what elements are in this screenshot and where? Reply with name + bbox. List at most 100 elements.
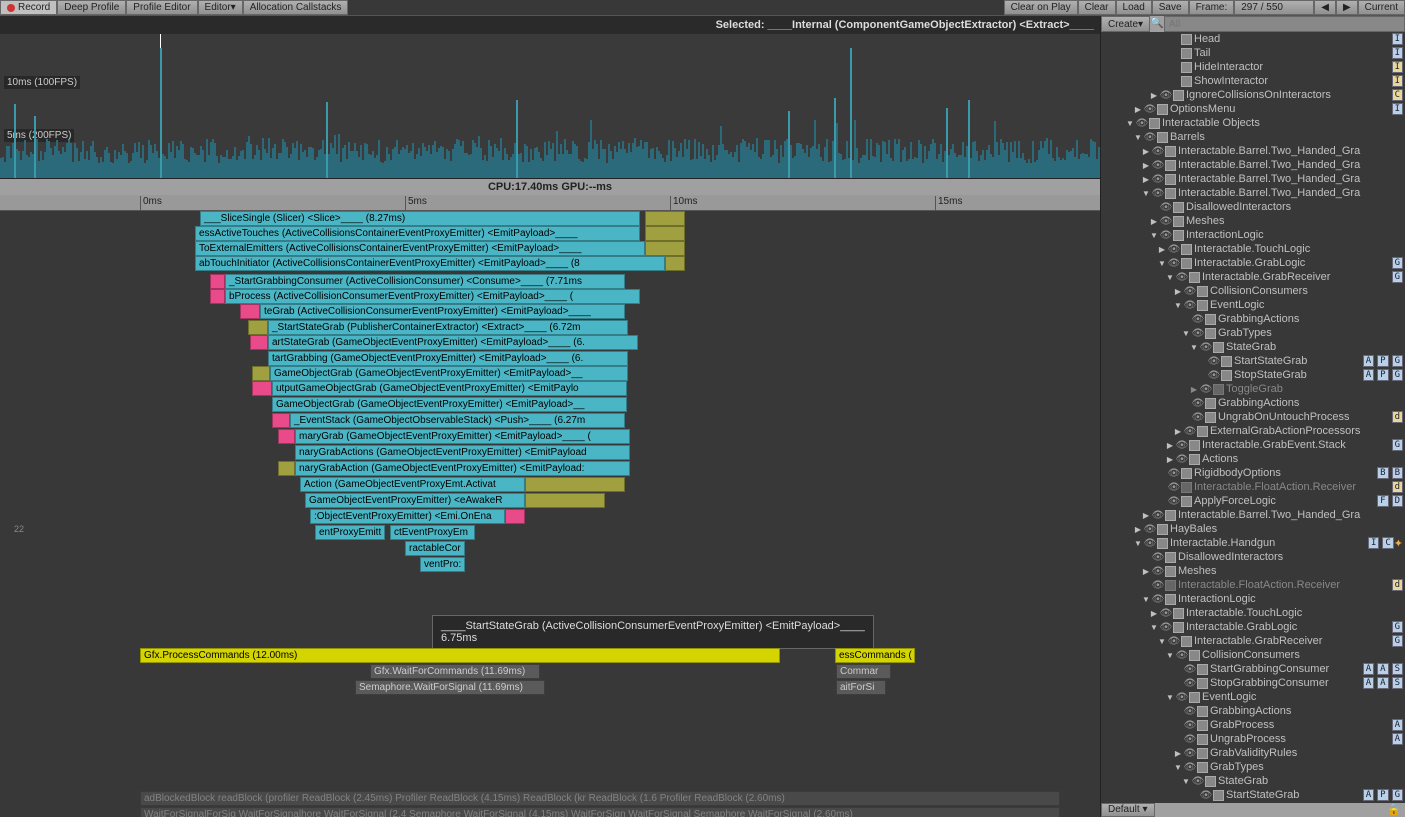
expand-arrow[interactable]: ▶ bbox=[1157, 245, 1167, 254]
tree-row[interactable]: ▶👁Interactable.TouchLogic bbox=[1101, 242, 1405, 256]
default-dropdown[interactable]: Default ▾ bbox=[1101, 803, 1155, 817]
expand-arrow[interactable]: ▼ bbox=[1173, 301, 1183, 310]
visibility-icon[interactable]: 👁 bbox=[1183, 720, 1197, 731]
tree-row[interactable]: 👁GrabbingActions bbox=[1101, 396, 1405, 410]
expand-arrow[interactable]: ▶ bbox=[1173, 427, 1183, 436]
expand-arrow[interactable]: ▼ bbox=[1141, 595, 1151, 604]
tree-row[interactable]: ▼👁Interactable.GrabReceiverG bbox=[1101, 634, 1405, 648]
flame-span[interactable]: GameObjectEventProxyEmitter) <eAwakeR bbox=[305, 493, 525, 508]
visibility-icon[interactable]: 👁 bbox=[1199, 790, 1213, 801]
flame-span[interactable]: _StartStateGrab (PublisherContainerExtra… bbox=[268, 320, 628, 335]
visibility-icon[interactable]: 👁 bbox=[1167, 636, 1181, 647]
tree-row[interactable]: ▶👁CollisionConsumers bbox=[1101, 284, 1405, 298]
flame-span[interactable]: abTouchInitiator (ActiveCollisionsContai… bbox=[195, 256, 665, 271]
expand-arrow[interactable]: ▶ bbox=[1141, 567, 1151, 576]
visibility-icon[interactable]: 👁 bbox=[1143, 104, 1157, 115]
visibility-icon[interactable]: 👁 bbox=[1191, 328, 1205, 339]
thread-span[interactable]: aitForSi bbox=[836, 680, 886, 695]
visibility-icon[interactable]: 👁 bbox=[1167, 482, 1181, 493]
flame-span[interactable] bbox=[278, 461, 295, 476]
flame-span[interactable] bbox=[210, 274, 225, 289]
expand-arrow[interactable]: ▶ bbox=[1133, 105, 1143, 114]
expand-arrow[interactable]: ▼ bbox=[1189, 343, 1199, 352]
tree-row[interactable]: 👁DisallowedInteractors bbox=[1101, 200, 1405, 214]
expand-arrow[interactable]: ▼ bbox=[1141, 189, 1151, 198]
visibility-icon[interactable]: 👁 bbox=[1183, 748, 1197, 759]
expand-arrow[interactable]: ▼ bbox=[1125, 119, 1135, 128]
visibility-icon[interactable]: 👁 bbox=[1175, 650, 1189, 661]
visibility-icon[interactable]: 👁 bbox=[1159, 216, 1173, 227]
tree-row[interactable]: ▶👁Meshes bbox=[1101, 214, 1405, 228]
current-button[interactable]: Current bbox=[1358, 0, 1405, 15]
flame-span[interactable] bbox=[210, 289, 225, 304]
tree-row[interactable]: ▼👁Interactable Objects bbox=[1101, 116, 1405, 130]
tree-row[interactable]: 👁Interactable.FloatAction.Receiverd bbox=[1101, 578, 1405, 592]
tree-row[interactable]: ▼👁GrabTypes bbox=[1101, 326, 1405, 340]
visibility-icon[interactable]: 👁 bbox=[1151, 174, 1165, 185]
expand-arrow[interactable]: ▼ bbox=[1165, 693, 1175, 702]
visibility-icon[interactable]: 👁 bbox=[1183, 678, 1197, 689]
expand-arrow[interactable]: ▶ bbox=[1141, 161, 1151, 170]
thread-span[interactable]: Commar bbox=[836, 664, 891, 679]
tree-row[interactable]: ▼👁InteractionLogic bbox=[1101, 228, 1405, 242]
clear-on-play-button[interactable]: Clear on Play bbox=[1004, 0, 1078, 15]
tree-row[interactable]: ▼👁EventLogic bbox=[1101, 298, 1405, 312]
expand-arrow[interactable]: ▼ bbox=[1157, 259, 1167, 268]
visibility-icon[interactable]: 👁 bbox=[1183, 706, 1197, 717]
tree-row[interactable]: 👁GrabbingActions bbox=[1101, 312, 1405, 326]
tree-row[interactable]: 👁DisallowedInteractors bbox=[1101, 550, 1405, 564]
visibility-icon[interactable]: 👁 bbox=[1135, 118, 1149, 129]
tree-row[interactable]: 👁StartGrabbingConsumerAAS bbox=[1101, 662, 1405, 676]
expand-arrow[interactable]: ▼ bbox=[1181, 329, 1191, 338]
flame-span[interactable]: utputGameObjectGrab (GameObjectEventProx… bbox=[272, 381, 627, 396]
tree-row[interactable]: ▼👁Interactable.GrabReceiverG bbox=[1101, 270, 1405, 284]
tree-row[interactable]: 👁UngrabOnUntouchProcessd bbox=[1101, 410, 1405, 424]
visibility-icon[interactable]: 👁 bbox=[1159, 90, 1173, 101]
tree-row[interactable]: 👁StopGrabbingConsumerAAS bbox=[1101, 676, 1405, 690]
timeline-ruler[interactable]: 0ms 5ms 10ms 15ms bbox=[0, 195, 1100, 211]
visibility-icon[interactable]: 👁 bbox=[1167, 468, 1181, 479]
visibility-icon[interactable]: 👁 bbox=[1167, 496, 1181, 507]
tree-row[interactable]: ▶👁Interactable.TouchLogic bbox=[1101, 606, 1405, 620]
visibility-icon[interactable]: 👁 bbox=[1183, 734, 1197, 745]
thread-span[interactable]: essCommands ( bbox=[835, 648, 915, 663]
tree-row[interactable]: ▼👁Barrels bbox=[1101, 130, 1405, 144]
editor-dropdown[interactable]: Editor ▾ bbox=[198, 0, 243, 15]
tree-row[interactable]: ▼👁GrabTypes bbox=[1101, 760, 1405, 774]
flame-span[interactable] bbox=[665, 256, 685, 271]
thread-span[interactable]: Gfx.ProcessCommands (12.00ms) bbox=[140, 648, 780, 663]
visibility-icon[interactable]: 👁 bbox=[1151, 160, 1165, 171]
allocation-callstacks-button[interactable]: Allocation Callstacks bbox=[243, 0, 349, 15]
flame-span[interactable]: :ObjectEventProxyEmitter) <Emi.OnEna bbox=[310, 509, 505, 524]
tree-row[interactable]: 👁StartStateGrabAPG bbox=[1101, 788, 1405, 802]
tree-row[interactable]: 👁StopStateGrabAPG bbox=[1101, 368, 1405, 382]
tree-row[interactable]: 👁UngrabProcessA bbox=[1101, 732, 1405, 746]
expand-arrow[interactable]: ▼ bbox=[1149, 623, 1159, 632]
tree-row[interactable]: 👁Interactable.FloatAction.Receiverd bbox=[1101, 480, 1405, 494]
tree-row[interactable]: ▶👁OptionsMenuI bbox=[1101, 102, 1405, 116]
flame-span[interactable]: naryGrabAction (GameObjectEventProxyEmit… bbox=[295, 461, 630, 476]
thread-span[interactable]: Semaphore.WaitForSignal (11.69ms) bbox=[355, 680, 545, 695]
flame-span[interactable]: ractableCor bbox=[405, 541, 465, 556]
flame-span[interactable] bbox=[525, 477, 625, 492]
visibility-icon[interactable]: 👁 bbox=[1175, 454, 1189, 465]
expand-arrow[interactable]: ▼ bbox=[1133, 133, 1143, 142]
flame-span[interactable]: naryGrabActions (GameObjectEventProxyEmi… bbox=[295, 445, 630, 460]
expand-arrow[interactable]: ▶ bbox=[1173, 749, 1183, 758]
expand-arrow[interactable]: ▶ bbox=[1165, 455, 1175, 464]
tree-row[interactable]: ▼👁InteractionLogic bbox=[1101, 592, 1405, 606]
tree-row[interactable]: 22▶👁HayBales bbox=[1101, 522, 1405, 536]
tree-row[interactable]: ▶👁Interactable.Barrel.Two_Handed_Gra bbox=[1101, 172, 1405, 186]
visibility-icon[interactable]: 👁 bbox=[1183, 762, 1197, 773]
expand-arrow[interactable]: ▼ bbox=[1133, 539, 1143, 548]
hierarchy-tree[interactable]: HeadITailIHideInteractorIShowInteractorI… bbox=[1101, 32, 1405, 803]
visibility-icon[interactable]: 👁 bbox=[1183, 300, 1197, 311]
flame-span[interactable] bbox=[240, 304, 260, 319]
cpu-graph[interactable]: 10ms (100FPS) 5ms (200FPS) bbox=[0, 34, 1100, 179]
tree-row[interactable]: ▼👁StateGrab bbox=[1101, 340, 1405, 354]
tree-row[interactable]: 👁StartStateGrabAPG bbox=[1101, 354, 1405, 368]
flame-span[interactable]: bProcess (ActiveCollisionConsumerEventPr… bbox=[225, 289, 640, 304]
expand-arrow[interactable]: ▶ bbox=[1141, 147, 1151, 156]
tree-row[interactable]: HideInteractorI bbox=[1101, 60, 1405, 74]
flame-span[interactable]: artStateGrab (GameObjectEventProxyEmitte… bbox=[268, 335, 638, 350]
